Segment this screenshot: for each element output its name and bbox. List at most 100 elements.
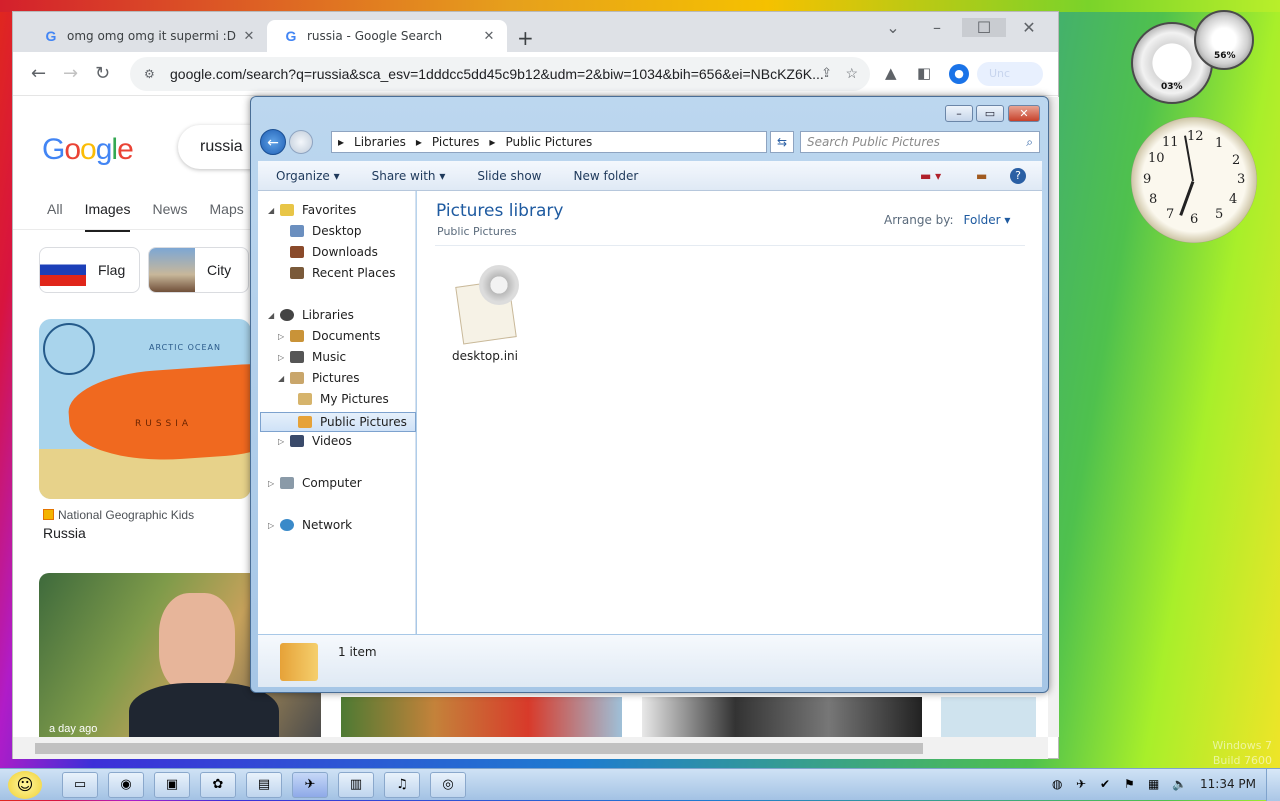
- forward-arrow-icon[interactable]: →: [63, 63, 78, 84]
- scroll-thumb[interactable]: [35, 743, 923, 754]
- google-tabs: All Images News Maps: [47, 201, 266, 232]
- forward-button[interactable]: [289, 130, 313, 154]
- share-icon[interactable]: ⇪: [821, 65, 832, 81]
- crumb-public-pictures[interactable]: Public Pictures: [505, 135, 592, 149]
- tab-close-icon[interactable]: ✕: [239, 29, 259, 44]
- tab-strip: G omg omg omg it supermi :D - G ✕ G russ…: [13, 12, 1058, 52]
- tab-close-icon[interactable]: ✕: [479, 29, 499, 44]
- globe-inset: [43, 323, 95, 375]
- file-list: Pictures library Public Pictures Arrange…: [417, 191, 1042, 634]
- taskbar-tool-icon[interactable]: ▤: [246, 772, 282, 798]
- chip-flag[interactable]: Flag: [39, 247, 140, 293]
- russia-flag-icon: [40, 254, 86, 286]
- site-info-icon[interactable]: ⚙: [144, 67, 158, 81]
- google-logo[interactable]: Google: [42, 133, 134, 167]
- tray-shield-icon[interactable]: ✔: [1100, 777, 1110, 791]
- view-options-icon[interactable]: ▬ ▾: [920, 169, 941, 183]
- nav-my-pictures[interactable]: My Pictures: [298, 392, 389, 406]
- vertical-scrollbar[interactable]: [1048, 97, 1059, 737]
- taskbar-media-icon[interactable]: ♫: [384, 772, 420, 798]
- tray-volume-icon[interactable]: 🔈: [1172, 777, 1187, 791]
- help-icon[interactable]: ?: [1010, 167, 1026, 184]
- taskbar-firefox-icon[interactable]: ◉: [108, 772, 144, 798]
- nav-recent-places[interactable]: Recent Places: [290, 266, 395, 280]
- taskbar-paint-icon[interactable]: ✿: [200, 772, 236, 798]
- nav-pictures[interactable]: ◢ Pictures: [278, 371, 360, 385]
- memory-meter-gadget[interactable]: 56%: [1194, 10, 1254, 70]
- explorer-minimize-button[interactable]: –: [945, 105, 973, 122]
- arrange-by-dropdown[interactable]: Folder ▾: [964, 213, 1011, 227]
- image-result-meeting[interactable]: [642, 697, 922, 737]
- minimize-button[interactable]: –: [915, 18, 959, 37]
- tab-omg[interactable]: G omg omg omg it supermi :D - G ✕: [27, 20, 267, 52]
- refresh-icon[interactable]: ⇆: [770, 131, 794, 153]
- new-tab-button[interactable]: +: [517, 26, 534, 50]
- magnifier-icon: ⌕: [1026, 135, 1033, 149]
- back-button[interactable]: ←: [260, 129, 286, 155]
- tab-all[interactable]: All: [47, 201, 63, 232]
- public-pictures-icon: [298, 416, 312, 428]
- result-title[interactable]: Russia: [43, 525, 86, 541]
- nav-network[interactable]: ▷ Network: [268, 518, 352, 532]
- tray-network-icon[interactable]: ▦: [1148, 777, 1159, 791]
- horizontal-scrollbar[interactable]: [13, 737, 1048, 759]
- taskbar-explorer-icon[interactable]: ▥: [338, 772, 374, 798]
- reload-icon[interactable]: ↻: [95, 63, 110, 84]
- explorer-maximize-button[interactable]: ▭: [976, 105, 1004, 122]
- nav-libraries[interactable]: ◢ Libraries: [268, 308, 354, 322]
- explorer-search-input[interactable]: Search Public Pictures ⌕: [800, 131, 1040, 153]
- tray-bird-icon[interactable]: ✈: [1076, 777, 1086, 791]
- image-result-map-2[interactable]: [941, 697, 1036, 737]
- windows-watermark: Windows 7 Build 7600: [1212, 739, 1272, 767]
- nav-downloads[interactable]: Downloads: [290, 245, 378, 259]
- taskbar-chrome-icon[interactable]: ◎: [430, 772, 466, 798]
- explorer-close-button[interactable]: ✕: [1008, 105, 1040, 122]
- tab-news[interactable]: News: [152, 201, 187, 232]
- taskbar-folder-icon[interactable]: ▭: [62, 772, 98, 798]
- nav-music[interactable]: ▷ Music: [278, 350, 346, 364]
- crumb-libraries[interactable]: Libraries: [354, 135, 406, 149]
- nav-videos[interactable]: ▷ Videos: [278, 434, 352, 448]
- profile-pill[interactable]: Unc: [977, 62, 1043, 86]
- bookmark-star-icon[interactable]: ☆: [845, 65, 858, 82]
- address-breadcrumb[interactable]: ▸ Libraries ▸ Pictures ▸ Public Pictures: [331, 131, 767, 153]
- side-panel-icon[interactable]: ◧: [917, 64, 931, 82]
- new-folder-button[interactable]: New folder: [573, 169, 638, 183]
- navigation-pane: ◢ Favorites Desktop Downloads Recent Plac…: [258, 191, 416, 634]
- nav-documents[interactable]: ▷ Documents: [278, 329, 380, 343]
- nav-computer[interactable]: ▷ Computer: [268, 476, 362, 490]
- tab-search-chevron-icon[interactable]: ⌄: [871, 18, 915, 37]
- folder-icon: ▸: [338, 135, 345, 149]
- file-item[interactable]: desktop.ini: [441, 259, 529, 363]
- start-button-icon[interactable]: ☺: [8, 771, 42, 799]
- slide-show-button[interactable]: Slide show: [477, 169, 541, 183]
- clock-gadget[interactable]: 12 1 2 3 4 5 6 7 8 9 10 11: [1131, 117, 1257, 243]
- tab-images[interactable]: Images: [84, 201, 131, 232]
- maximize-button[interactable]: ☐: [962, 18, 1006, 37]
- tray-flag-icon[interactable]: ⚑: [1124, 777, 1135, 791]
- lab-flask-icon[interactable]: ▲: [885, 64, 897, 82]
- recent-places-icon: [290, 267, 304, 279]
- image-result-map[interactable]: ARCTIC OCEAN RUSSIA: [39, 319, 251, 499]
- nav-favorites[interactable]: ◢ Favorites: [268, 203, 356, 217]
- nav-public-pictures[interactable]: Public Pictures: [260, 412, 416, 432]
- chip-city[interactable]: City: [148, 247, 249, 293]
- close-window-button[interactable]: ✕: [1007, 18, 1051, 37]
- crumb-pictures[interactable]: Pictures: [432, 135, 480, 149]
- image-result-cathedral[interactable]: [341, 697, 622, 737]
- preview-pane-icon[interactable]: ▬: [976, 169, 987, 183]
- back-arrow-icon[interactable]: ←: [31, 63, 46, 84]
- share-with-button[interactable]: Share with ▾: [372, 169, 446, 183]
- taskbar-bird-icon[interactable]: ✈: [292, 772, 328, 798]
- taskbar-clock[interactable]: 11:34 PM: [1200, 777, 1256, 791]
- organize-button[interactable]: Organize ▾: [276, 169, 340, 183]
- tray-globe-icon[interactable]: ◍: [1052, 777, 1062, 791]
- taskbar-app-icon[interactable]: ▣: [154, 772, 190, 798]
- profile-avatar-icon[interactable]: ●: [949, 64, 969, 84]
- show-desktop-button[interactable]: [1266, 769, 1280, 801]
- tab-russia-search[interactable]: G russia - Google Search ✕: [267, 20, 507, 52]
- nav-desktop[interactable]: Desktop: [290, 224, 362, 238]
- tab-maps[interactable]: Maps: [210, 201, 244, 232]
- result-source[interactable]: National Geographic Kids: [43, 508, 194, 522]
- address-bar[interactable]: ⚙ google.com/search?q=russia&sca_esv=1dd…: [130, 57, 870, 91]
